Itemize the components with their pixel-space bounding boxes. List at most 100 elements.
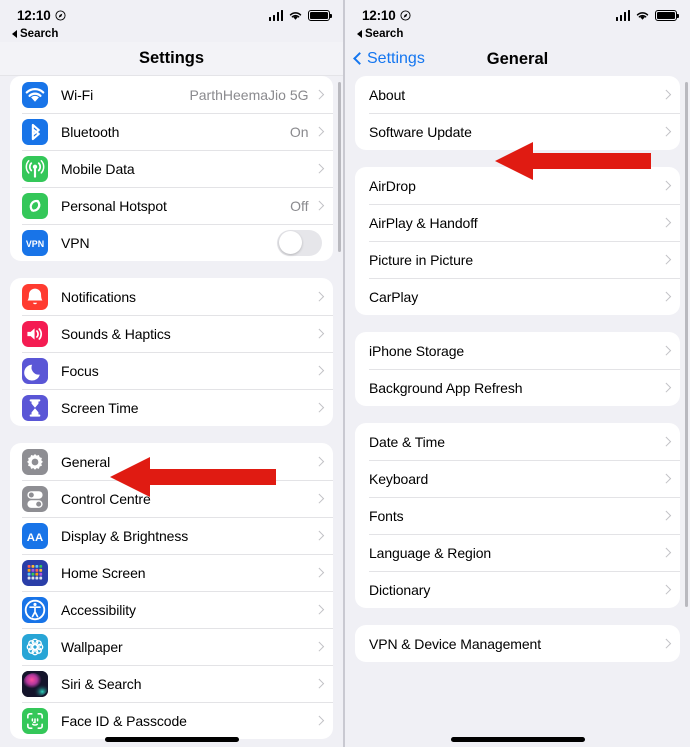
general-row-fonts[interactable]: Fonts [355, 497, 680, 534]
cellular-tower-icon [22, 155, 48, 182]
chevron-right-icon [314, 641, 324, 652]
settings-group-1: Wi-Fi ParthHeemaJio 5G Bluetooth On Mobile D… [10, 76, 333, 261]
vpn-toggle[interactable] [277, 229, 322, 256]
status-bar-right-cluster-2 [615, 9, 679, 21]
hourglass-icon [22, 394, 48, 421]
row-label: Wallpaper [61, 638, 123, 655]
settings-row-face-id-passcode[interactable]: Face ID & Passcode [10, 702, 333, 739]
general-row-software-update[interactable]: Software Update [355, 113, 680, 150]
wifi-icon [22, 81, 48, 108]
general-row-date-time[interactable]: Date & Time [355, 423, 680, 460]
general-row-background-app-refresh[interactable]: Background App Refresh [355, 369, 680, 406]
row-label: General [61, 453, 111, 470]
speaker-icon [22, 320, 48, 347]
settings-group-3: General Control Centre AA Display & Brightn… [10, 443, 333, 739]
chevron-right-icon [314, 365, 324, 376]
settings-row-siri-search[interactable]: Siri & Search [10, 665, 333, 702]
vpn-icon: VPN [22, 229, 48, 256]
right-scrollbar[interactable] [684, 82, 688, 607]
row-label: Keyboard [369, 470, 429, 487]
chevron-right-icon [661, 510, 671, 521]
status-bar-left-cluster: 12:10 [17, 8, 66, 23]
general-row-picture-in-picture[interactable]: Picture in Picture [355, 241, 680, 278]
chevron-right-icon [661, 345, 671, 356]
chevron-right-icon [314, 328, 324, 339]
general-row-dictionary[interactable]: Dictionary [355, 571, 680, 608]
row-label: Focus [61, 362, 99, 379]
settings-row-notifications[interactable]: Notifications [10, 278, 333, 315]
row-label: CarPlay [369, 288, 419, 305]
back-button-label: Settings [367, 50, 425, 67]
row-value: Off [290, 197, 309, 214]
siri-orb-icon [22, 670, 48, 697]
chevron-right-icon [314, 200, 324, 211]
row-label: Language & Region [369, 544, 492, 561]
settings-row-sounds-haptics[interactable]: Sounds & Haptics [10, 315, 333, 352]
general-group-5: VPN & Device Management [355, 625, 680, 662]
settings-row-general[interactable]: General [10, 443, 333, 480]
back-to-search-right[interactable]: Search [345, 26, 690, 42]
nav-bar-right: Settings General [345, 42, 690, 76]
row-label: Picture in Picture [369, 251, 474, 268]
row-label: Date & Time [369, 433, 445, 450]
cellular-bars-icon [615, 9, 630, 21]
chevron-right-icon [314, 89, 324, 100]
back-button-settings[interactable]: Settings [345, 50, 425, 68]
settings-row-bluetooth[interactable]: Bluetooth On [10, 113, 333, 150]
general-row-about[interactable]: About [355, 76, 680, 113]
back-to-search-left[interactable]: Search [0, 26, 343, 42]
settings-row-screen-time[interactable]: Screen Time [10, 389, 333, 426]
settings-scroll-area[interactable]: Wi-Fi ParthHeemaJio 5G Bluetooth On Mobile D… [0, 76, 343, 747]
back-to-search-label: Search [20, 28, 59, 40]
row-label: Home Screen [61, 564, 146, 581]
row-label: Siri & Search [61, 675, 142, 692]
settings-row-home-screen[interactable]: Home Screen [10, 554, 333, 591]
settings-row-wi-fi[interactable]: Wi-Fi ParthHeemaJio 5G [10, 76, 333, 113]
wifi-icon [636, 11, 649, 20]
settings-row-control-centre[interactable]: Control Centre [10, 480, 333, 517]
row-label: Personal Hotspot [61, 197, 167, 214]
settings-row-vpn[interactable]: VPN VPN [10, 224, 333, 261]
settings-row-focus[interactable]: Focus [10, 352, 333, 389]
settings-group-2: Notifications Sounds & Haptics Focus Screen… [10, 278, 333, 426]
wallpaper-flower-icon [22, 633, 48, 660]
location-arrow-icon [399, 9, 411, 21]
triangle-left-icon [357, 30, 362, 38]
row-label: Software Update [369, 123, 472, 140]
bluetooth-icon [22, 118, 48, 145]
row-label: Control Centre [61, 490, 151, 507]
chevron-right-icon [314, 604, 324, 615]
general-row-carplay[interactable]: CarPlay [355, 278, 680, 315]
gear-icon [22, 448, 48, 475]
general-group-3: iPhone Storage Background App Refresh [355, 332, 680, 406]
wifi-icon [289, 11, 302, 20]
settings-row-accessibility[interactable]: Accessibility [10, 591, 333, 628]
chevron-left-icon [353, 52, 366, 65]
status-bar-left-cluster-2: 12:10 [362, 8, 411, 23]
left-scrollbar[interactable] [337, 82, 341, 252]
status-bar-left: 12:10 [0, 0, 343, 26]
chevron-right-icon [661, 382, 671, 393]
general-row-airdrop[interactable]: AirDrop [355, 167, 680, 204]
home-indicator-right [450, 737, 585, 742]
status-bar-right: 12:10 [345, 0, 690, 26]
accessibility-icon [22, 596, 48, 623]
general-scroll-area[interactable]: About Software Update AirDrop AirPlay & Han… [345, 76, 690, 747]
row-label: Screen Time [61, 399, 139, 416]
settings-row-display-brightness[interactable]: AA Display & Brightness [10, 517, 333, 554]
general-row-keyboard[interactable]: Keyboard [355, 460, 680, 497]
chevron-right-icon [314, 493, 324, 504]
settings-row-wallpaper[interactable]: Wallpaper [10, 628, 333, 665]
toggles-icon [22, 485, 48, 512]
chevron-right-icon [314, 163, 324, 174]
chevron-right-icon [314, 678, 324, 689]
general-row-vpn-device-management[interactable]: VPN & Device Management [355, 625, 680, 662]
settings-row-mobile-data[interactable]: Mobile Data [10, 150, 333, 187]
general-row-language-region[interactable]: Language & Region [355, 534, 680, 571]
general-row-iphone-storage[interactable]: iPhone Storage [355, 332, 680, 369]
row-label: About [369, 86, 406, 103]
general-row-airplay-handoff[interactable]: AirPlay & Handoff [355, 204, 680, 241]
settings-row-personal-hotspot[interactable]: Personal Hotspot Off [10, 187, 333, 224]
general-group-1: About Software Update [355, 76, 680, 150]
status-bar-right-cluster [268, 9, 332, 21]
